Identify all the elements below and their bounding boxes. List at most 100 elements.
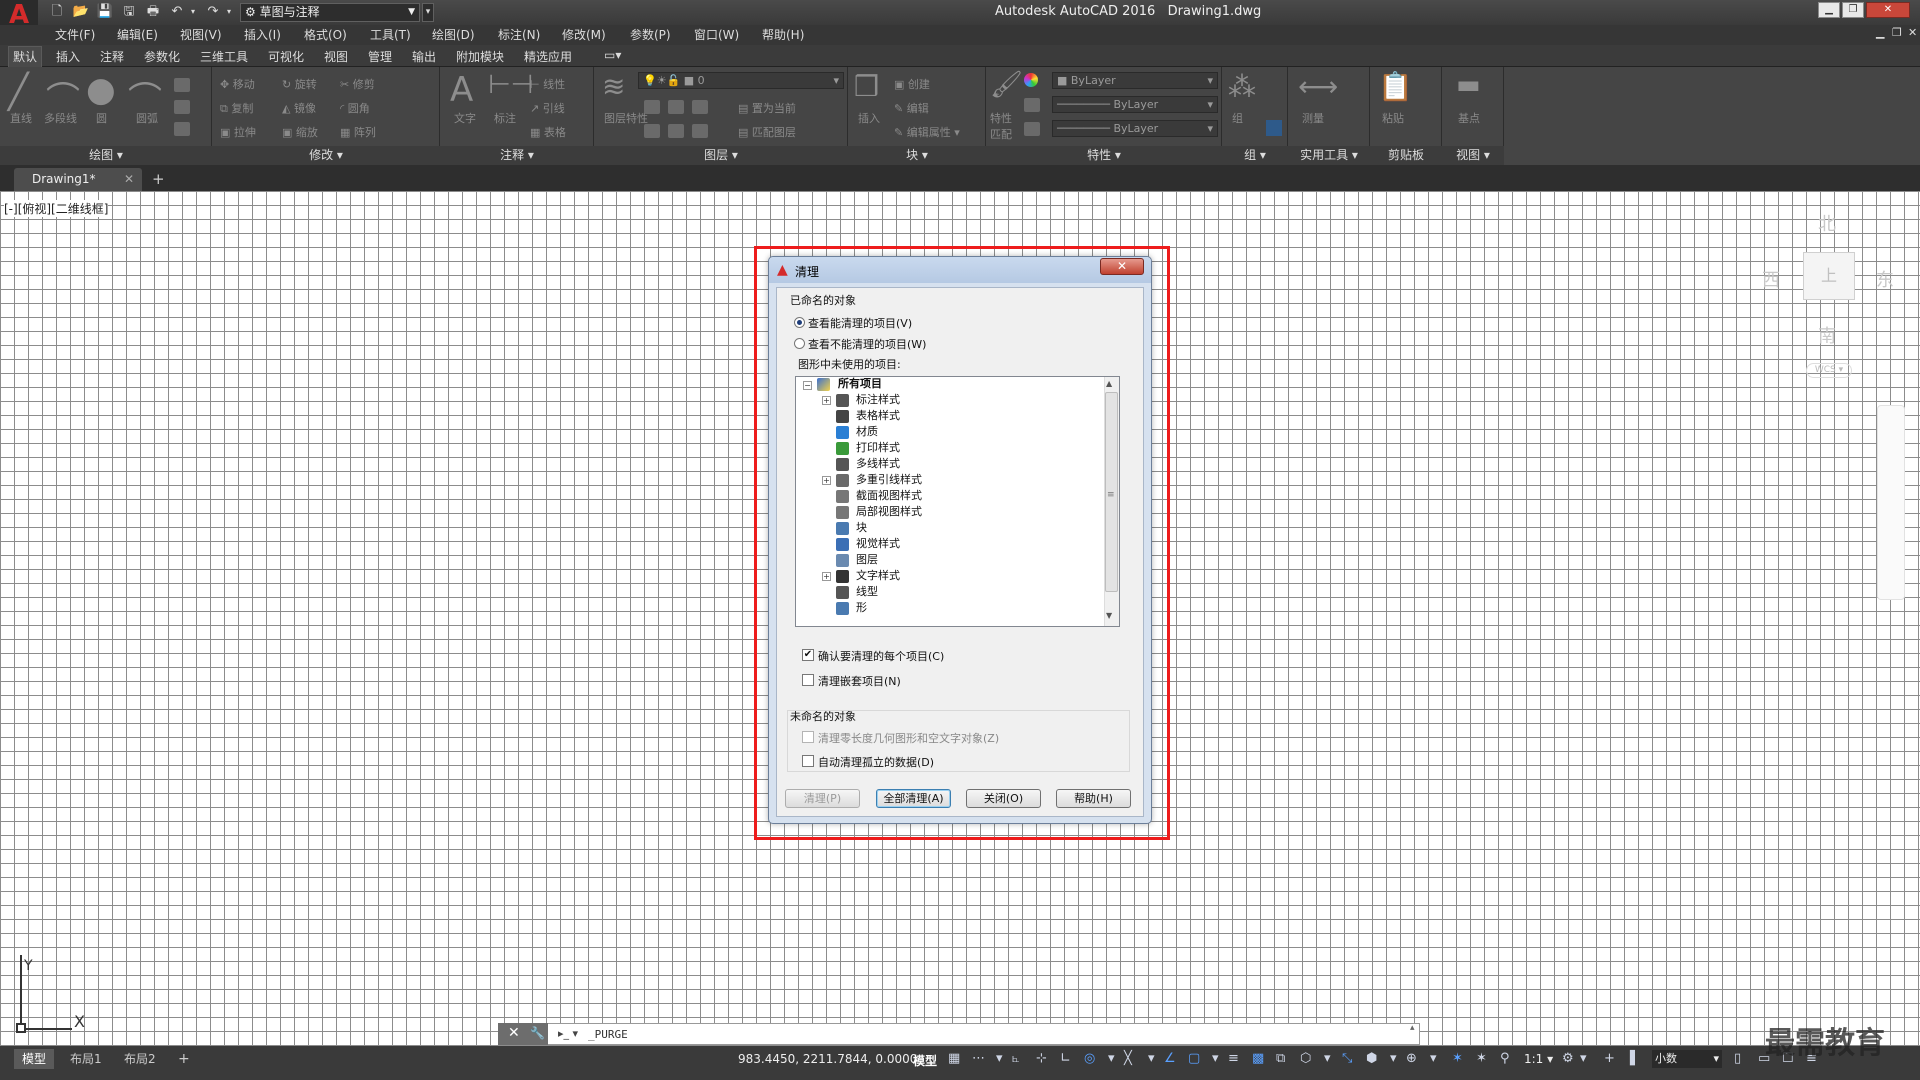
redo-dropdown-icon[interactable]: ▾ [220, 3, 238, 21]
panel-title-layers[interactable]: 图层 ▾ [594, 146, 848, 165]
layout-tab-model[interactable]: 模型 [14, 1049, 55, 1069]
panel-title-annotation[interactable]: 注释 ▾ [440, 146, 594, 165]
tab-parametric[interactable]: 参数化 [144, 48, 180, 65]
dimension-tool-icon[interactable]: ⊢⊣ [488, 70, 533, 100]
gradient-icon[interactable] [174, 122, 190, 136]
annotation-scale[interactable]: 1:1 ▾ [1524, 1052, 1553, 1066]
tree-item[interactable]: 局部视图样式 [856, 504, 922, 520]
group-icon[interactable]: ⁂ [1228, 70, 1256, 103]
rotate-tool[interactable]: ↻ 旋转 [282, 76, 317, 92]
rectangle-icon[interactable] [174, 78, 190, 92]
menu-dimension[interactable]: 标注(N) [498, 26, 540, 43]
tree-expand-icon[interactable]: + [822, 476, 831, 485]
object-snap-icon[interactable]: ▢ [1188, 1051, 1200, 1066]
radio-can-purge-label[interactable]: 查看能清理的项目(V) [808, 315, 912, 331]
command-input[interactable]: _PURGE [588, 1028, 628, 1041]
selection-filter-icon[interactable]: ⬢ [1366, 1051, 1377, 1066]
radio-can-purge[interactable] [794, 317, 805, 328]
dynamic-ucs-icon[interactable]: ⤡ [1342, 1051, 1352, 1066]
tab-default[interactable]: 默认 [8, 46, 43, 67]
viewcube-west[interactable]: 西 [1762, 266, 1780, 292]
menu-parametric[interactable]: 参数(P) [630, 26, 671, 43]
tree-item[interactable]: 形 [856, 600, 867, 616]
close-icon[interactable]: ✕ [124, 168, 134, 190]
quick-access-customize-icon[interactable]: ▾ [422, 3, 434, 22]
tab-annotate[interactable]: 注释 [100, 48, 124, 65]
gear-icon[interactable]: ⚙ [1562, 1051, 1574, 1066]
paste-icon[interactable]: 📋 [1378, 70, 1413, 103]
navigation-bar[interactable] [1877, 405, 1905, 600]
move-tool[interactable]: ✥ 移动 [220, 76, 255, 92]
chevron-down-icon[interactable]: ▾ [1212, 1051, 1219, 1066]
ortho-icon[interactable]: ∟ [1060, 1051, 1071, 1066]
viewcube-east[interactable]: 东 [1876, 266, 1894, 292]
tree-item[interactable]: 块 [856, 520, 867, 536]
set-current-tool[interactable]: ▤ 置为当前 [738, 100, 796, 116]
scroll-up-icon[interactable]: ▲ [1106, 379, 1112, 388]
selection-cycling-icon[interactable]: ⧉ [1276, 1051, 1285, 1066]
tab-addins[interactable]: 附加模块 [456, 48, 504, 65]
object-snap-tracking-icon[interactable]: ∠ [1164, 1051, 1176, 1066]
menu-modify[interactable]: 修改(M) [562, 26, 606, 43]
wrench-icon[interactable]: 🔧 [530, 1026, 545, 1040]
chevron-down-icon[interactable]: ▾ [1390, 1051, 1397, 1066]
3d-osnap-icon[interactable]: ⬡ [1300, 1051, 1311, 1066]
purge-all-button[interactable]: 全部清理(A) [876, 789, 951, 808]
tree-item[interactable]: 标注样式 [856, 392, 900, 408]
scale-tool[interactable]: ▣ 缩放 [282, 124, 318, 140]
viewcube-top-face[interactable]: 上 [1803, 252, 1855, 300]
chevron-down-icon[interactable]: ▾ [1108, 1051, 1115, 1066]
linear-tool[interactable]: ⊢ 线性 [530, 76, 565, 92]
help-button[interactable]: 帮助(H) [1056, 789, 1131, 808]
viewcube-south[interactable]: 南 [1818, 322, 1836, 348]
layout-tab-layout1[interactable]: 布局1 [62, 1049, 110, 1069]
layer-dropdown[interactable]: 💡☀🔓 ■ 0 ▾ [638, 72, 844, 89]
dialog-titlebar[interactable] [769, 257, 1151, 283]
tab-output[interactable]: 输出 [412, 48, 436, 65]
minimize-button[interactable]: ▁ [1818, 2, 1840, 18]
save-icon[interactable]: 💾 [96, 3, 114, 21]
tree-item[interactable]: 线型 [856, 584, 878, 600]
menu-tools[interactable]: 工具(T) [370, 26, 411, 43]
scroll-down-icon[interactable]: ▼ [1106, 611, 1112, 620]
close-button[interactable]: ✕ [1866, 2, 1910, 18]
plus-icon[interactable]: + [1604, 1051, 1615, 1066]
gizmo-icon[interactable]: ⊕ [1406, 1051, 1417, 1066]
purge-button[interactable]: 清理(P) [785, 789, 860, 808]
restore-button[interactable]: ❐ [1842, 2, 1864, 18]
dialog-close-button[interactable]: ✕ [1100, 258, 1144, 275]
close-dialog-button[interactable]: 关闭(O) [966, 789, 1041, 808]
panel-title-modify[interactable]: 修改 ▾ [212, 146, 440, 165]
annotation-scale-icon[interactable]: ⚲ [1500, 1051, 1510, 1066]
command-history-icon[interactable]: ▴ [1410, 1023, 1415, 1033]
tree-item[interactable]: 多重引线样式 [856, 472, 922, 488]
match-properties-icon[interactable]: 🖌 [990, 70, 1023, 100]
orphaned-data-label[interactable]: 自动清理孤立的数据(D) [818, 754, 934, 770]
create-block-tool[interactable]: ▣ 创建 [894, 76, 930, 92]
menu-edit[interactable]: 编辑(E) [117, 26, 158, 43]
tree-item[interactable]: 图层 [856, 552, 878, 568]
tab-3d-tools[interactable]: 三维工具 [200, 48, 248, 65]
tree-item[interactable]: 表格样式 [856, 408, 900, 424]
polar-tracking-icon[interactable]: ◎ [1084, 1051, 1095, 1066]
layer-tool-icon[interactable] [668, 124, 684, 138]
tab-visualize[interactable]: 可视化 [268, 48, 304, 65]
layer-tool-icon[interactable] [692, 124, 708, 138]
transparency-icon[interactable]: ▩ [1252, 1051, 1264, 1066]
menu-draw[interactable]: 绘图(D) [432, 26, 475, 43]
plot-icon[interactable]: 🖶 [144, 3, 162, 21]
panel-title-clipboard[interactable]: 剪贴板 [1370, 146, 1442, 165]
coordinate-readout[interactable]: 983.4450, 2211.7844, 0.0000 [738, 1052, 917, 1066]
tree-item[interactable]: 材质 [856, 424, 878, 440]
new-tab-icon[interactable]: + [152, 170, 165, 188]
doc-restore-icon[interactable]: ❐ [1892, 26, 1902, 39]
edit-block-tool[interactable]: ✎ 编辑 [894, 100, 929, 116]
measure-icon[interactable]: ⟷ [1298, 70, 1338, 103]
new-icon[interactable]: 🗋 [48, 3, 66, 21]
group-select-icon[interactable] [1266, 120, 1282, 136]
panel-title-block[interactable]: 块 ▾ [848, 146, 986, 165]
tab-insert[interactable]: 插入 [56, 48, 80, 65]
panel-title-draw[interactable]: 绘图 ▾ [0, 146, 212, 165]
auto-scale-icon[interactable]: ✶ [1476, 1051, 1487, 1066]
tree-expand-icon[interactable]: + [822, 572, 831, 581]
